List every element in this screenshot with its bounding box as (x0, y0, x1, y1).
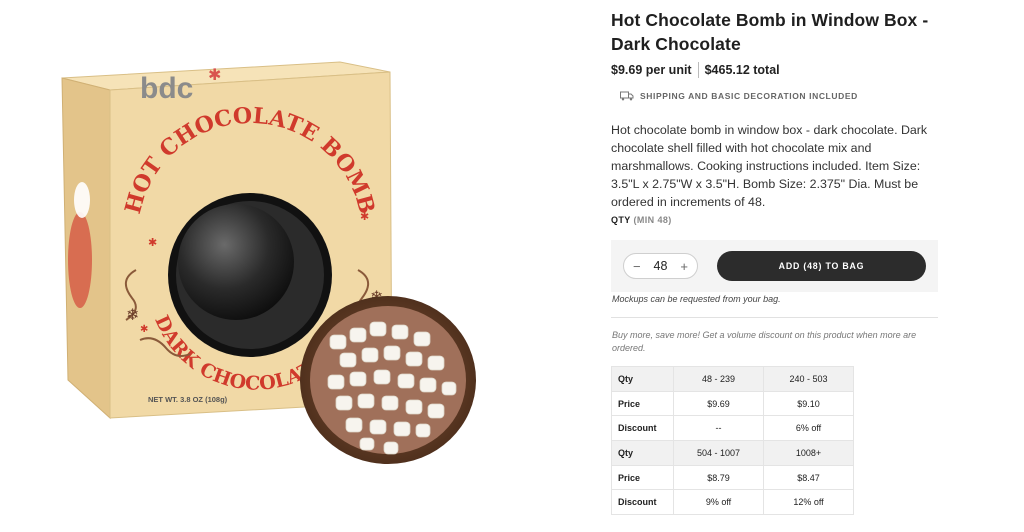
qty-min-note: (MIN 48) (633, 215, 672, 225)
total-price: $465.12 total (704, 63, 780, 77)
quantity-value[interactable]: 48 (654, 259, 668, 273)
quantity-stepper[interactable]: − 48 + (623, 253, 698, 279)
pricing-cell: -- (673, 415, 764, 442)
pricing-cell: 240 - 503 (763, 366, 854, 392)
pricing-row: Price $9.69 $9.10 (611, 390, 854, 417)
hot-chocolate-box-illustration: bdc ✱ HOT CHOCOLATE BOMB DARK CHOCOLATE … (61, 61, 476, 464)
product-image: bdc ✱ HOT CHOCOLATE BOMB DARK CHOCOLATE … (0, 0, 570, 532)
svg-text:❄: ❄ (126, 305, 139, 324)
qty-label: QTY (MIN 48) (611, 215, 941, 225)
svg-text:✱: ✱ (148, 236, 157, 249)
volume-discount-note: Buy more, save more! Get a volume discou… (612, 330, 917, 353)
pricing-row: Qty 504 - 1007 1008+ (611, 440, 854, 466)
mockups-note: Mockups can be requested from your bag. (612, 294, 781, 304)
pricing-row-label: Discount (611, 489, 674, 516)
decrease-qty-button[interactable]: − (633, 259, 641, 274)
pricing-row-label: Price (611, 390, 674, 417)
increase-qty-button[interactable]: + (680, 259, 688, 274)
product-details: Hot Chocolate Bomb in Window Box - Dark … (611, 0, 941, 225)
pricing-cell: $9.10 (763, 390, 854, 417)
net-weight-label: NET WT. 3.8 OZ (108g) (148, 395, 228, 404)
shipping-note-text: SHIPPING AND BASIC DECORATION INCLUDED (640, 91, 858, 101)
pricing-cell: 48 - 239 (673, 366, 764, 392)
svg-text:✱: ✱ (140, 324, 148, 335)
add-to-bag-panel: − 48 + ADD (48) TO BAG (611, 240, 938, 292)
shipping-note: SHIPPING AND BASIC DECORATION INCLUDED (620, 91, 941, 101)
svg-text:✱: ✱ (208, 65, 221, 84)
pricing-row: Discount 9% off 12% off (611, 489, 854, 516)
pricing-cell: $9.69 (673, 390, 764, 417)
pricing-row: Discount -- 6% off (611, 415, 854, 442)
pricing-row-label: Qty (611, 366, 674, 392)
add-to-bag-button[interactable]: ADD (48) TO BAG (717, 251, 926, 281)
pricing-cell: 9% off (673, 489, 764, 516)
pricing-row: Qty 48 - 239 240 - 503 (611, 366, 854, 392)
divider (611, 317, 938, 318)
svg-text:✱: ✱ (360, 210, 369, 223)
pricing-cell: $8.79 (673, 464, 764, 491)
pricing-cell: 12% off (763, 489, 854, 516)
brand-logo: bdc (140, 72, 193, 105)
truck-icon (620, 91, 634, 101)
product-title: Hot Chocolate Bomb in Window Box - Dark … (611, 10, 929, 54)
pricing-cell: 504 - 1007 (673, 440, 764, 466)
price-row: $9.69 per unit $465.12 total (611, 62, 941, 78)
product-description: Hot chocolate bomb in window box - dark … (611, 123, 928, 209)
pricing-cell: $8.47 (763, 464, 854, 491)
pricing-row-label: Discount (611, 415, 674, 442)
unit-price: $9.69 per unit (611, 63, 692, 77)
price-divider (697, 62, 699, 78)
pricing-cell: 1008+ (763, 440, 854, 466)
qty-label-text: QTY (611, 215, 631, 225)
pricing-row-label: Qty (611, 440, 674, 466)
pricing-row: Price $8.79 $8.47 (611, 464, 854, 491)
pricing-row-label: Price (611, 464, 674, 491)
pricing-cell: 6% off (763, 415, 854, 442)
volume-pricing-table: Qty 48 - 239 240 - 503 Price $9.69 $9.10 Disco… (611, 366, 854, 516)
